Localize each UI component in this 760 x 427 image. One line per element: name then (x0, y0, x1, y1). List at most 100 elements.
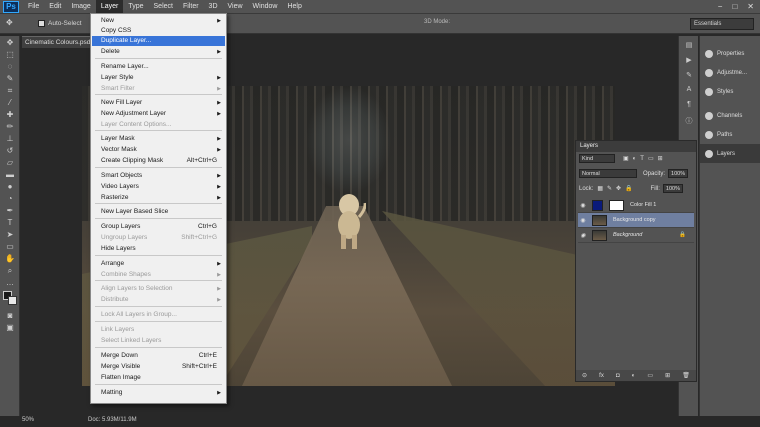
tab-channels[interactable]: Channels (700, 106, 760, 125)
menu-item-matting[interactable]: Matting ▶ (92, 388, 225, 398)
brush-tool-icon[interactable]: ✏ (3, 121, 17, 132)
menu-item-copy-css[interactable]: Copy CSS (92, 26, 225, 36)
lasso-tool-icon[interactable]: ◌ (3, 61, 17, 72)
document-info[interactable]: Doc: 5.93M/11.9M (88, 417, 137, 423)
gradient-tool-icon[interactable]: ▬ (3, 169, 17, 180)
marquee-tool-icon[interactable]: ⬚ (3, 49, 17, 60)
menu-item-delete[interactable]: Delete ▶ (92, 47, 225, 57)
menu-help[interactable]: Help (282, 0, 306, 14)
new-layer-icon[interactable]: ⊞ (665, 372, 670, 379)
eraser-tool-icon[interactable]: ▱ (3, 157, 17, 168)
link-layers-icon[interactable]: ⊝ (582, 372, 587, 379)
menu-item-group-layers[interactable]: Group Layers Ctrl+G (92, 222, 225, 232)
menu-item-smart-filter: Smart Filter ▶ (92, 84, 225, 94)
menu-item-new-fill-layer[interactable]: New Fill Layer ▶ (92, 98, 225, 108)
menu-item-duplicate-layer[interactable]: Duplicate Layer... (92, 36, 225, 46)
menu-view[interactable]: View (223, 0, 248, 14)
fill-field[interactable]: 100% (662, 184, 683, 193)
blur-tool-icon[interactable]: ● (3, 181, 17, 192)
visibility-eye-icon[interactable]: ◉ (578, 202, 588, 209)
minimize-button[interactable]: − (718, 2, 723, 11)
close-button[interactable]: ✕ (747, 2, 754, 11)
eyedropper-tool-icon[interactable]: ⁄ (3, 97, 17, 108)
crop-tool-icon[interactable]: ⌗ (3, 85, 17, 96)
filter-icons[interactable]: ▣◐T▭⊞ (623, 155, 667, 162)
opacity-field[interactable]: 100% (668, 169, 689, 178)
layer-row-background[interactable]: ◉ Background 🔒 (578, 228, 694, 243)
menu-item-merge-down[interactable]: Merge Down Ctrl+E (92, 351, 225, 361)
maximize-button[interactable]: □ (732, 2, 737, 11)
menu-item-rasterize[interactable]: Rasterize ▶ (92, 193, 225, 203)
history-icon[interactable]: ▤ (683, 41, 695, 51)
delete-layer-icon[interactable]: 🗑 (682, 372, 690, 379)
more-tools-icon[interactable]: … (3, 277, 17, 288)
tab-layers[interactable]: Layers (700, 144, 760, 163)
menu-item-arrange[interactable]: Arrange ▶ (92, 259, 225, 269)
healing-tool-icon[interactable]: ✚ (3, 109, 17, 120)
zoom-level[interactable]: 50% (22, 417, 34, 423)
menu-item-smart-objects[interactable]: Smart Objects ▶ (92, 171, 225, 181)
move-tool-icon[interactable]: ✥ (6, 18, 13, 27)
menu-window[interactable]: Window (248, 0, 283, 14)
workspace-select[interactable]: Essentials (690, 18, 754, 30)
lock-icons[interactable]: ▦✎✥🔒 (597, 185, 636, 192)
menu-type[interactable]: Type (123, 0, 148, 14)
visibility-eye-icon[interactable]: ◉ (578, 217, 588, 224)
menu-item-layer-style[interactable]: Layer Style ▶ (92, 73, 225, 83)
menu-item-new-adjustment-layer[interactable]: New Adjustment Layer ▶ (92, 109, 225, 119)
brush-presets-icon[interactable]: ✎ (683, 71, 695, 81)
tab-properties[interactable]: Properties (700, 44, 760, 63)
info-icon[interactable]: ⓘ (683, 116, 695, 126)
kind-filter-select[interactable]: Kind (579, 154, 615, 163)
menu-item-hide-layers[interactable]: Hide Layers (92, 244, 225, 254)
menu-item-flatten-image[interactable]: Flatten Image (92, 373, 225, 383)
menu-item-new[interactable]: New ▶ (92, 16, 225, 26)
menu-3d[interactable]: 3D (204, 0, 223, 14)
tab-adjustments[interactable]: Adjustme... (700, 63, 760, 82)
stamp-tool-icon[interactable]: ⊥ (3, 133, 17, 144)
menu-edit[interactable]: Edit (44, 0, 66, 14)
character-icon[interactable]: A (683, 86, 695, 96)
layer-row-background-copy[interactable]: ◉ Background copy (578, 213, 694, 228)
add-mask-icon[interactable]: ◘ (616, 373, 620, 379)
visibility-eye-icon[interactable]: ◉ (578, 232, 588, 239)
paragraph-icon[interactable]: ¶ (683, 101, 695, 111)
menu-layer[interactable]: Layer (95, 0, 124, 14)
menu-item-create-clipping-mask[interactable]: Create Clipping Mask Alt+Ctrl+G (92, 156, 225, 166)
menu-file[interactable]: File (23, 0, 44, 14)
background-color-swatch[interactable] (8, 296, 17, 305)
pen-tool-icon[interactable]: ✒ (3, 205, 17, 216)
actions-icon[interactable]: ▶ (683, 56, 695, 66)
shape-tool-icon[interactable]: ▭ (3, 241, 17, 252)
menu-image[interactable]: Image (66, 0, 95, 14)
path-select-tool-icon[interactable]: ➤ (3, 229, 17, 240)
auto-select-checkbox[interactable] (38, 20, 45, 27)
quick-select-tool-icon[interactable]: ✎ (3, 73, 17, 84)
tab-paths[interactable]: Paths (700, 125, 760, 144)
menu-filter[interactable]: Filter (178, 0, 204, 14)
menu-item-shortcut: Alt+Ctrl+G (186, 157, 217, 164)
color-swatches[interactable] (0, 289, 19, 309)
hand-tool-icon[interactable]: ✋ (3, 253, 17, 264)
adjustment-layer-icon[interactable]: ◐ (632, 373, 636, 379)
zoom-tool-icon[interactable]: ⌕ (3, 265, 17, 276)
menu-item-layer-mask[interactable]: Layer Mask ▶ (92, 134, 225, 144)
tab-styles[interactable]: Styles (700, 82, 760, 101)
type-tool-icon[interactable]: T (3, 217, 17, 228)
layer-style-icon[interactable]: fx (599, 373, 604, 379)
menu-item-merge-visible[interactable]: Merge Visible Shift+Ctrl+E (92, 362, 225, 372)
menu-item-vector-mask[interactable]: Vector Mask ▶ (92, 145, 225, 155)
screen-mode-icon[interactable]: ▣ (3, 322, 17, 333)
quick-mask-icon[interactable]: ◙ (3, 310, 17, 321)
menu-select[interactable]: Select (149, 0, 178, 14)
dodge-tool-icon[interactable]: ◔ (3, 193, 17, 204)
menu-item-new-layer-based-slice[interactable]: New Layer Based Slice (92, 207, 225, 217)
new-group-icon[interactable]: ▭ (647, 372, 653, 379)
blend-mode-select[interactable]: Normal (579, 169, 637, 178)
layer-row-color-fill[interactable]: ◉ Color Fill 1 (578, 198, 694, 213)
menu-item-rename-layer[interactable]: Rename Layer... (92, 62, 225, 72)
move-tool-icon[interactable]: ✥ (3, 37, 17, 48)
menu-item-video-layers[interactable]: Video Layers ▶ (92, 182, 225, 192)
history-brush-icon[interactable]: ↺ (3, 145, 17, 156)
auto-select-toggle[interactable]: Auto-Select (38, 20, 82, 27)
